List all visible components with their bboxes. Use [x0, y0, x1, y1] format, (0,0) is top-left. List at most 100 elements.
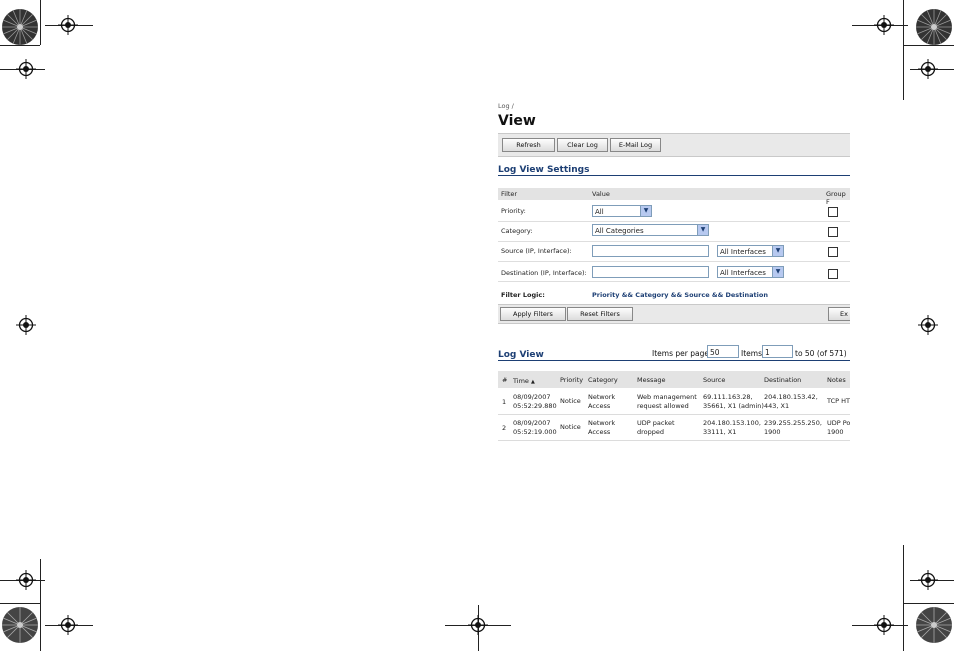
clear-log-button[interactable]: Clear Log — [557, 138, 608, 152]
filter-column-header: Filter — [501, 190, 518, 198]
registration-crosshair-icon — [918, 59, 938, 79]
row-time: 08/09/2007 05:52:29.880 — [513, 393, 557, 410]
registration-crosshair-icon — [874, 615, 894, 635]
apply-filters-button[interactable]: Apply Filters — [500, 307, 566, 321]
category-label: Category: — [501, 227, 533, 235]
registration-crosshair-icon — [16, 59, 36, 79]
crop-line — [903, 0, 904, 100]
reset-filters-button[interactable]: Reset Filters — [567, 307, 633, 321]
row-priority: Notice — [560, 397, 581, 405]
priority-label: Priority: — [501, 207, 526, 215]
filter-table-header: Filter Value Group F — [498, 188, 850, 206]
chevron-down-icon: ▼ — [772, 246, 783, 256]
group-priority-checkbox[interactable] — [828, 207, 838, 217]
toolbar: Refresh Clear Log E-Mail Log — [498, 133, 850, 157]
crop-line — [40, 0, 41, 45]
registration-crosshair-icon — [874, 15, 894, 35]
row-num: 1 — [502, 398, 507, 406]
category-select-value: All Categories — [595, 227, 644, 235]
row-destination: 239.255.255.250, 1900 — [764, 419, 822, 436]
filter-logic-value[interactable]: Priority && Category && Source && Destin… — [592, 291, 768, 299]
group-source-checkbox[interactable] — [828, 247, 838, 257]
breadcrumb[interactable]: Log / — [498, 102, 514, 110]
priority-column-header[interactable]: Priority — [560, 376, 583, 384]
category-filter-row: Category: All Categories ▼ — [498, 221, 850, 242]
registration-crosshair-icon — [468, 615, 488, 635]
row-source: 204.180.153.100, 33111, X1 — [703, 419, 761, 436]
destination-filter-row: Destination (IP, Interface): All Interfa… — [498, 261, 850, 282]
log-view-page: Log / View Refresh Clear Log E-Mail Log … — [498, 100, 850, 480]
category-select[interactable]: All Categories ▼ — [592, 224, 709, 236]
registration-crosshair-icon — [16, 315, 36, 335]
destination-interface-value: All Interfaces — [720, 269, 766, 277]
registration-crosshair-icon — [16, 570, 36, 590]
registration-starburst-icon — [915, 606, 953, 644]
table-row[interactable]: 2 08/09/2007 05:52:19.000 Notice Network… — [498, 415, 850, 441]
email-log-button[interactable]: E-Mail Log — [610, 138, 661, 152]
export-button[interactable]: Ex — [828, 307, 850, 321]
priority-select[interactable]: All ▼ — [592, 205, 652, 217]
priority-select-value: All — [595, 208, 604, 216]
crop-line — [0, 603, 40, 604]
row-message: UDP packet dropped — [637, 419, 675, 436]
destination-column-header[interactable]: Destination — [764, 376, 801, 384]
section-divider — [498, 175, 850, 176]
row-message: Web management request allowed — [637, 393, 697, 410]
registration-crosshair-icon — [58, 615, 78, 635]
registration-crosshair-icon — [918, 570, 938, 590]
items-range-text: to 50 (of 571) — [795, 349, 847, 358]
row-priority: Notice — [560, 423, 581, 431]
value-column-header: Value — [592, 190, 610, 198]
destination-label: Destination (IP, Interface): — [501, 269, 587, 277]
row-category: Network Access — [588, 419, 616, 436]
row-source: 69.111.163.28, 35661, X1 (admin) — [703, 393, 764, 410]
items-per-page-input[interactable]: 50 — [707, 345, 739, 358]
section-divider — [498, 360, 850, 361]
page-title: View — [498, 113, 536, 129]
crop-line — [903, 603, 954, 604]
items-label: Items — [741, 349, 762, 358]
crop-line — [40, 559, 41, 651]
refresh-button[interactable]: Refresh — [502, 138, 555, 152]
table-row[interactable]: 1 08/09/2007 05:52:29.880 Notice Network… — [498, 389, 850, 415]
source-label: Source (IP, Interface): — [501, 247, 572, 255]
row-category: Network Access — [588, 393, 616, 410]
source-column-header[interactable]: Source — [703, 376, 725, 384]
registration-crosshair-icon — [918, 315, 938, 335]
registration-crosshair-icon — [58, 15, 78, 35]
row-notes: TCP HT — [827, 397, 850, 405]
filter-logic-label: Filter Logic: — [501, 291, 545, 299]
row-num: 2 — [502, 424, 507, 432]
filter-action-bar: Apply Filters Reset Filters Ex — [498, 304, 850, 324]
chevron-down-icon: ▼ — [772, 267, 783, 277]
priority-filter-row: Priority: All ▼ — [498, 201, 850, 222]
group-destination-checkbox[interactable] — [828, 269, 838, 279]
crop-line — [903, 545, 904, 651]
source-interface-select[interactable]: All Interfaces ▼ — [717, 245, 784, 257]
chevron-down-icon: ▼ — [640, 206, 651, 216]
group-category-checkbox[interactable] — [828, 227, 838, 237]
time-column-label: Time — [513, 377, 529, 385]
items-per-page-label: Items per page — [652, 349, 709, 358]
destination-interface-select[interactable]: All Interfaces ▼ — [717, 266, 784, 278]
time-column-header[interactable]: Time ▲ — [513, 377, 535, 385]
category-column-header[interactable]: Category — [588, 376, 618, 384]
destination-ip-input[interactable] — [592, 266, 709, 278]
source-filter-row: Source (IP, Interface): All Interfaces ▼ — [498, 241, 850, 262]
log-table-header: # Time ▲ Priority Category Message Sourc… — [498, 371, 850, 388]
source-ip-input[interactable] — [592, 245, 709, 257]
row-time: 08/09/2007 05:52:19.000 — [513, 419, 557, 436]
registration-starburst-icon — [915, 8, 953, 46]
num-column-header: # — [502, 376, 508, 384]
registration-starburst-icon — [1, 606, 39, 644]
notes-column-header[interactable]: Notes — [827, 376, 846, 384]
registration-starburst-icon — [1, 8, 39, 46]
row-notes: UDP Po 1900 — [827, 419, 850, 436]
row-destination: 204.180.153.42, 443, X1 — [764, 393, 818, 410]
log-view-settings-title: Log View Settings — [498, 165, 590, 175]
log-view-title: Log View — [498, 350, 544, 360]
chevron-down-icon: ▼ — [697, 225, 708, 235]
items-start-input[interactable]: 1 — [762, 345, 793, 358]
source-interface-value: All Interfaces — [720, 248, 766, 256]
message-column-header[interactable]: Message — [637, 376, 666, 384]
